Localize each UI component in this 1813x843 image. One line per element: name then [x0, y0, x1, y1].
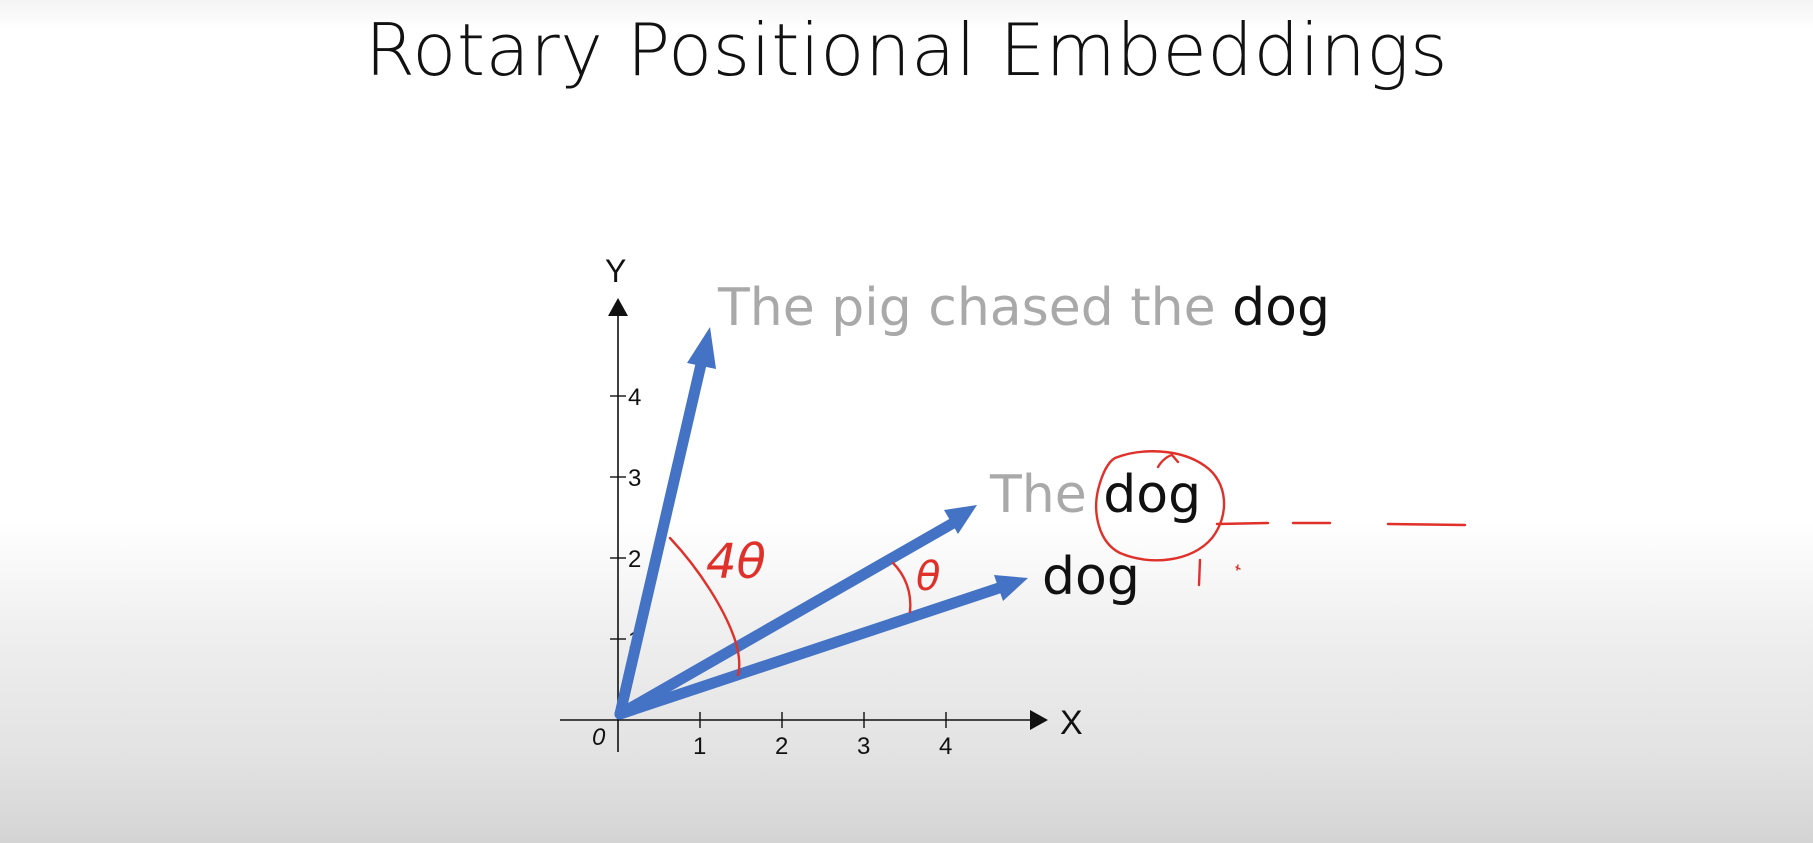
position-mark-stroke [1197, 558, 1202, 587]
large-angle-annotation: 4θ [706, 534, 766, 590]
x-axis-arrowhead [1030, 710, 1048, 730]
rotation-diagram: X Y 0 1 2 3 4 1 2 3 4 [560, 253, 1467, 760]
dashed-extension [1215, 521, 1467, 527]
short-sentence-label: The dog [989, 465, 1201, 525]
y-axis-label: Y [605, 253, 626, 289]
long-sentence-prefix: The pig chased the [717, 278, 1232, 338]
x-tick-label-3: 3 [857, 733, 870, 760]
y-axis-arrowhead [608, 298, 628, 316]
stray-mark [1235, 564, 1241, 571]
small-angle-annotation: θ [916, 554, 940, 600]
small-angle-arc [891, 561, 912, 614]
y-tick-label-4: 4 [628, 384, 641, 411]
long-sentence-label: The pig chased the dog [717, 278, 1330, 338]
x-axis-label: X [1060, 704, 1083, 742]
short-sentence-word: dog [1103, 465, 1201, 525]
x-tick-label-1: 1 [693, 733, 706, 760]
x-tick-label-4: 4 [939, 733, 952, 760]
long-sentence-word: dog [1232, 278, 1330, 338]
origin-label: 0 [592, 724, 606, 751]
y-tick-label-2: 2 [628, 546, 641, 573]
y-tick-label-3: 3 [628, 465, 641, 492]
x-tick-label-2: 2 [775, 733, 788, 760]
embedding-vectors [614, 327, 1028, 720]
short-sentence-prefix: The [989, 465, 1103, 525]
